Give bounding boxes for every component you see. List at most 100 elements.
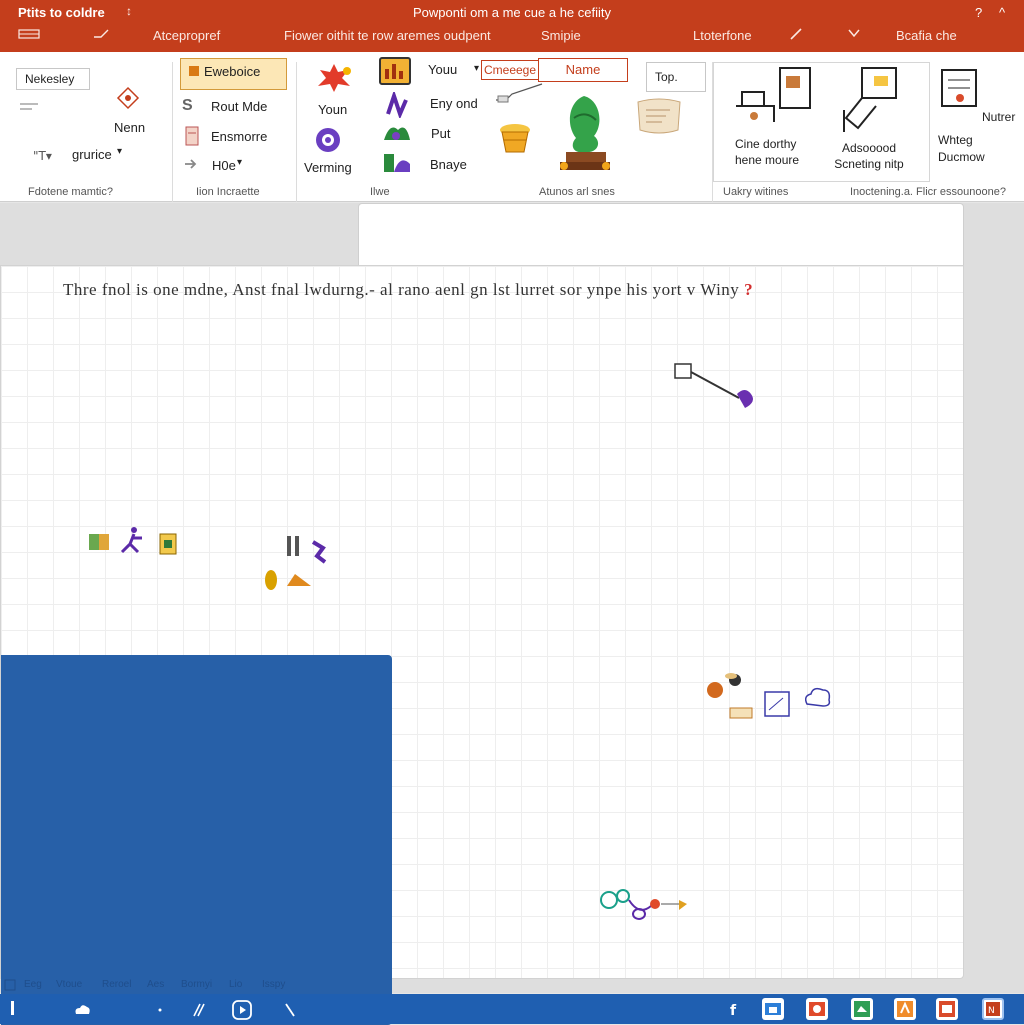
- group-divider: [172, 62, 173, 202]
- bee-clipart-icon[interactable]: [703, 670, 751, 704]
- bnaye-item[interactable]: Bnaye: [430, 157, 467, 172]
- font-dropdown-chevron[interactable]: ▾: [117, 146, 122, 157]
- name-box[interactable]: Name: [538, 58, 628, 82]
- tab-smipie[interactable]: Smipie: [541, 28, 581, 43]
- status-bar: Eeg Vtoue Reroel Aes Bormyi Lio Isspy: [0, 978, 1024, 994]
- style-s-icon: S: [182, 97, 193, 114]
- mixed-shape-icon[interactable]: [382, 150, 412, 176]
- format-icon[interactable]: "T▾: [33, 148, 55, 163]
- jar-clipart-icon[interactable]: [158, 528, 178, 560]
- bullets-icon[interactable]: [18, 99, 40, 110]
- plant-figure-icon[interactable]: [554, 92, 616, 174]
- status-item-2[interactable]: Vtoue: [56, 979, 82, 990]
- app-icon-4[interactable]: [894, 998, 916, 1020]
- tab-fiower[interactable]: Fiower oithit te row aremes oudpent: [284, 28, 491, 43]
- ribbon: Nekesley Nenn "T▾ grurice ▾ Fdotene mamt…: [0, 52, 1024, 202]
- taskbar: f N: [0, 994, 1024, 1024]
- desk-illustration-icon[interactable]: [734, 66, 816, 126]
- app-icon-2[interactable]: [806, 998, 828, 1020]
- status-item-6[interactable]: Lio: [229, 979, 242, 990]
- runner-clipart-icon[interactable]: [118, 526, 144, 560]
- verming-item[interactable]: Verming: [304, 160, 352, 175]
- style-box[interactable]: Nekesley: [16, 68, 90, 90]
- burst-shape-icon[interactable]: [314, 62, 354, 94]
- title-bar: Ptits to coldre ↕ Powponti om a me cue a…: [0, 0, 1024, 52]
- gallery-item-3[interactable]: Whteg Ducmow: [938, 132, 1008, 166]
- tag-clipart-icon[interactable]: [729, 706, 753, 724]
- blue-content-panel[interactable]: [1, 655, 392, 1025]
- chevron-down-icon[interactable]: [848, 27, 860, 42]
- dropdown-chevron[interactable]: ▾: [474, 63, 479, 74]
- ensmorre-item[interactable]: Ensmorre: [211, 129, 267, 144]
- svg-text:"T▾: "T▾: [33, 149, 52, 162]
- top-box[interactable]: Top.: [646, 62, 706, 92]
- slide-page[interactable]: Thre fnol is one mdne, Anst fnal lwdurng…: [0, 265, 964, 1025]
- slide-heading[interactable]: Thre fnol is one mdne, Anst fnal lwdurng…: [63, 280, 753, 300]
- group-divider: [296, 62, 297, 202]
- nenn-label: Nenn: [114, 120, 146, 135]
- status-item-5[interactable]: Bormyi: [181, 979, 212, 990]
- purple-glyph-icon[interactable]: [384, 89, 412, 120]
- tab-ltoterfone[interactable]: Ltoterfone: [693, 28, 752, 43]
- status-item-4[interactable]: Aes: [147, 979, 164, 990]
- font-dropdown[interactable]: grurice: [72, 147, 112, 162]
- minimize-ribbon-icon[interactable]: ^: [999, 5, 1005, 20]
- chain-clipart-icon[interactable]: [599, 886, 695, 926]
- help-icon[interactable]: ?: [975, 5, 982, 20]
- cloud-icon[interactable]: [72, 1000, 92, 1020]
- youu-item[interactable]: Youu: [428, 62, 457, 77]
- tab-atcepropref[interactable]: Atcepropref: [153, 28, 220, 43]
- machine-illustration-icon[interactable]: [838, 66, 900, 134]
- media-icon[interactable]: [232, 1000, 252, 1020]
- group5-label: Uakry witines: [723, 186, 789, 198]
- put-item[interactable]: Put: [431, 126, 451, 141]
- flower-shape-icon[interactable]: [312, 124, 348, 156]
- file-icon[interactable]: [18, 27, 40, 44]
- style-swatch-icon: [189, 66, 199, 76]
- youn-item[interactable]: Youn: [318, 102, 347, 117]
- slash-icon[interactable]: [188, 1000, 208, 1020]
- group2-label: Iion Incraette: [196, 186, 260, 198]
- document-canvas[interactable]: Thre fnol is one mdne, Anst fnal lwdurng…: [0, 203, 1024, 1025]
- status-item-1[interactable]: Eeg: [24, 979, 42, 990]
- app-icon-3[interactable]: [851, 998, 873, 1020]
- green-shape-icon[interactable]: [382, 120, 412, 146]
- facebook-icon[interactable]: f: [724, 1000, 744, 1020]
- status-item-3[interactable]: Reroel: [102, 979, 131, 990]
- cmeeege-dropdown[interactable]: Cmeeege: [481, 60, 539, 80]
- rout-mde-item[interactable]: Rout Mde: [211, 99, 267, 114]
- document-style-icon: [184, 125, 200, 147]
- chart-thumbnail-icon[interactable]: [379, 57, 411, 85]
- connector-arrow-icon: [494, 82, 546, 104]
- status-item-7[interactable]: Isspy: [262, 979, 285, 990]
- frame-clipart-icon[interactable]: [763, 690, 791, 722]
- eny-ond-item[interactable]: Eny ond: [430, 96, 478, 111]
- hoe-chevron[interactable]: ▾: [237, 157, 242, 168]
- group6-label: Inoctening.a. Flicr essounoone?: [850, 186, 1006, 198]
- app-icon-active[interactable]: N: [982, 998, 1004, 1020]
- gallery-item-2[interactable]: Adsooood Scneting nitp: [829, 140, 909, 172]
- app-icon-5[interactable]: [936, 998, 958, 1020]
- app-icon-1[interactable]: [762, 998, 784, 1020]
- tab-bcafia[interactable]: Bcafia che: [896, 28, 957, 43]
- fruit-clipart-icon[interactable]: [263, 566, 315, 596]
- gallery-item-1[interactable]: Cine dorthy hene moure: [735, 136, 815, 168]
- status-page-icon[interactable]: [4, 979, 16, 994]
- group3-label: Ilwe: [370, 186, 390, 198]
- hoe-item[interactable]: H0e: [212, 158, 236, 173]
- basket-icon[interactable]: [496, 120, 534, 156]
- undo-icon[interactable]: [92, 27, 110, 44]
- active-style-button[interactable]: Eweboice: [180, 58, 287, 90]
- shape-outline-icon[interactable]: [116, 86, 140, 110]
- start-icon[interactable]: [4, 1000, 24, 1020]
- pen-icon[interactable]: [789, 27, 803, 44]
- nutrer-label: Nutrer: [982, 110, 1016, 124]
- pointer-icon[interactable]: [280, 1000, 300, 1020]
- crate-clipart-icon[interactable]: [87, 528, 113, 558]
- cloud-clipart-icon[interactable]: [801, 684, 833, 714]
- question-mark: ?: [744, 280, 754, 299]
- printer-illustration-icon[interactable]: [938, 66, 980, 112]
- svg-text:N: N: [988, 1006, 995, 1016]
- scroll-image-icon[interactable]: [634, 96, 684, 136]
- key-clipart-icon[interactable]: [673, 362, 759, 416]
